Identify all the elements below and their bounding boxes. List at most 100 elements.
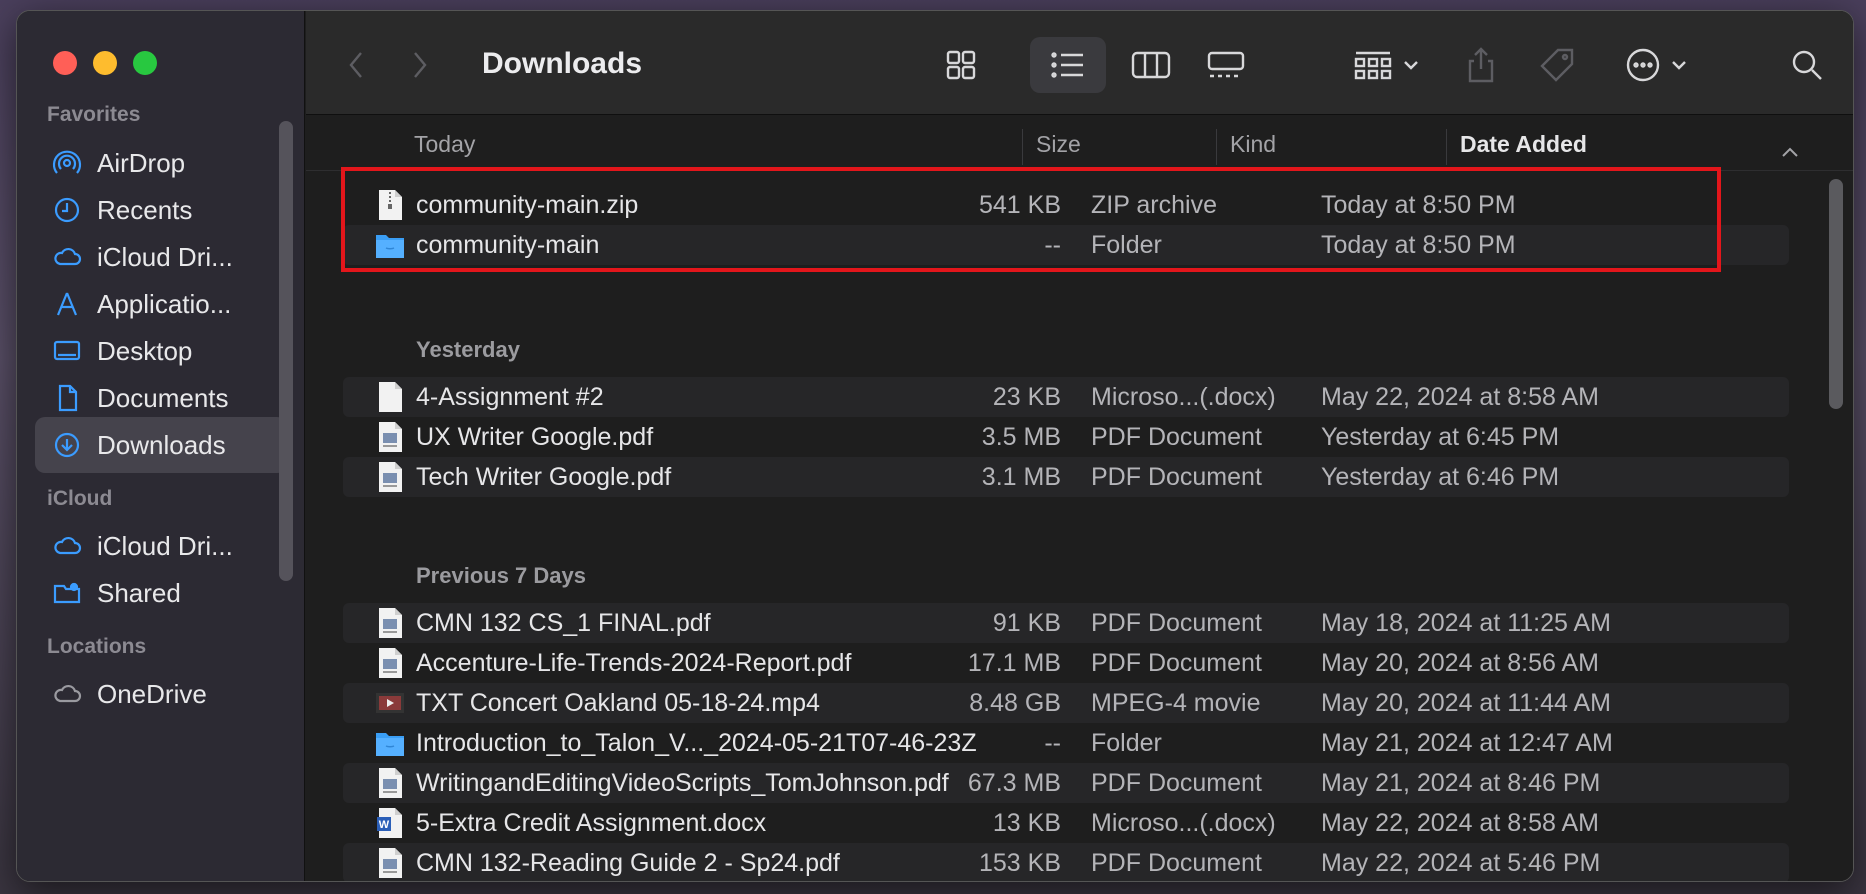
window-title: Downloads [482,47,643,80]
file-list-scrollbar[interactable] [1829,179,1843,409]
file-size: -- [1044,231,1061,259]
ellipsis-circle-icon [1626,48,1660,82]
sidebar-item-label: OneDrive [97,678,207,709]
file-row[interactable]: community-main -- Folder Today at 8:50 PM [343,225,1789,265]
column-size[interactable]: Size [1036,131,1081,158]
pdf-icon [375,607,405,639]
sidebar-item-label: AirDrop [97,147,186,178]
search-icon [1792,50,1822,80]
grid-icon [946,50,976,80]
file-date-added: May 22, 2024 at 5:46 PM [1321,849,1601,877]
file-kind: PDF Document [1091,649,1262,677]
icon-view-button[interactable] [936,37,986,93]
clock-icon [51,194,83,226]
file-name: CMN 132 CS_1 FINAL.pdf [416,609,711,637]
file-date-added: May 21, 2024 at 8:46 PM [1321,769,1601,797]
file-kind: Microso...(.docx) [1091,383,1276,411]
gallery-view-button[interactable] [1196,37,1256,93]
file-date-added: Yesterday at 6:46 PM [1321,463,1560,491]
airdrop-icon [51,147,83,179]
word-doc-icon: W [375,807,405,839]
file-kind: PDF Document [1091,849,1262,877]
forward-button[interactable] [400,37,440,93]
shared-folder-icon [51,577,83,609]
cloud-icon [51,678,83,710]
column-kind[interactable]: Kind [1230,131,1276,158]
column-header: Today Size Kind Date Added [306,117,1853,171]
file-row[interactable]: CMN 132 CS_1 FINAL.pdf 91 KB PDF Document M… [343,603,1789,643]
column-date-added[interactable]: Date Added [1460,131,1587,158]
column-divider[interactable] [1446,129,1447,165]
download-icon [51,429,83,461]
file-row[interactable]: WritingandEditingVideoScripts_TomJohnson… [343,763,1789,803]
sort-ascending-icon[interactable] [1781,137,1799,164]
file-kind: MPEG-4 movie [1091,689,1261,717]
file-kind: Microso...(.docx) [1091,809,1276,837]
file-row[interactable]: CMN 132-Reading Guide 2 - Sp24.pdf 153 KB… [343,843,1789,881]
window-controls [53,51,157,75]
gallery-icon [1207,51,1245,78]
share-button[interactable] [1456,37,1506,93]
video-icon [375,687,405,719]
column-divider[interactable] [1216,129,1217,165]
share-icon [1468,47,1494,83]
file-row[interactable]: UX Writer Google.pdf 3.5 MB PDF Document Ye… [343,417,1789,457]
tags-button[interactable] [1532,37,1582,93]
file-row[interactable]: 4-Assignment #2 23 KB Microso...(.docx) May… [343,377,1789,417]
chevron-right-icon [414,52,427,78]
file-date-added: Yesterday at 6:45 PM [1321,423,1560,451]
file-name: Accenture-Life-Trends-2024-Report.pdf [416,649,852,677]
column-name[interactable]: Today [414,131,475,158]
file-name: Introduction_to_Talon_V..._2024-05-21T07… [416,729,977,757]
sidebar-scrollbar[interactable] [279,121,293,581]
file-date-added: May 20, 2024 at 11:44 AM [1321,689,1612,717]
document-icon [51,382,83,414]
pdf-icon [375,421,405,453]
column-divider[interactable] [1022,129,1023,165]
close-button[interactable] [53,51,77,75]
column-view-button[interactable] [1126,37,1176,93]
columns-icon [1131,51,1171,79]
sidebar-item-downloads[interactable]: Downloads [35,417,287,473]
file-kind: ZIP archive [1091,191,1217,219]
file-row[interactable]: Accenture-Life-Trends-2024-Report.pdf 17.… [343,643,1789,683]
zip-icon [375,189,405,221]
file-size: 91 KB [992,609,1061,637]
file-date-added: May 21, 2024 at 12:47 AM [1321,729,1613,757]
sidebar-item-shared[interactable]: Shared [35,565,287,621]
file-kind: PDF Document [1091,423,1262,451]
file-row[interactable]: W 5-Extra Credit Assignment.docx 13 KB Micr… [343,803,1789,843]
file-name: WritingandEditingVideoScripts_TomJohnson… [416,769,949,797]
file-size: 23 KB [992,383,1061,411]
group-by-button[interactable] [1346,37,1426,93]
file-row[interactable]: Tech Writer Google.pdf 3.1 MB PDF Document… [343,457,1789,497]
file-date-added: May 22, 2024 at 8:58 AM [1321,809,1599,837]
chevron-left-icon [349,52,362,78]
zoom-button[interactable] [133,51,157,75]
list-view-button[interactable] [1030,37,1106,93]
search-button[interactable] [1782,37,1832,93]
file-row[interactable]: Introduction_to_Talon_V..._2024-05-21T07… [343,723,1789,763]
sidebar-section-favorites: Favorites [47,103,141,126]
file-date-added: Today at 8:50 PM [1321,231,1516,259]
sidebar-item-onedrive[interactable]: OneDrive [35,666,287,722]
document-icon [375,381,405,413]
file-row[interactable]: community-main.zip 541 KB ZIP archive Today… [343,185,1789,225]
file-row[interactable]: TXT Concert Oakland 05-18-24.mp4 8.48 GB M… [343,683,1789,723]
more-actions-button[interactable] [1616,37,1696,93]
sidebar-section-icloud: iCloud [47,487,113,510]
sidebar-item-label: Desktop [97,335,193,366]
pdf-icon [375,647,405,679]
svg-text:W: W [379,819,390,831]
file-kind: PDF Document [1091,463,1262,491]
minimize-button[interactable] [93,51,117,75]
sidebar: Favorites AirDrop Recents iCloud Dri... … [17,11,305,881]
file-name: UX Writer Google.pdf [416,423,654,451]
group-label-yesterday: Yesterday [416,337,520,362]
file-date-added: May 20, 2024 at 8:56 AM [1321,649,1599,677]
sidebar-section-locations: Locations [47,635,147,658]
sidebar-item-label: Applicatio... [97,288,232,319]
cloud-icon [51,241,83,273]
file-name: Tech Writer Google.pdf [416,463,672,491]
back-button[interactable] [336,37,376,93]
